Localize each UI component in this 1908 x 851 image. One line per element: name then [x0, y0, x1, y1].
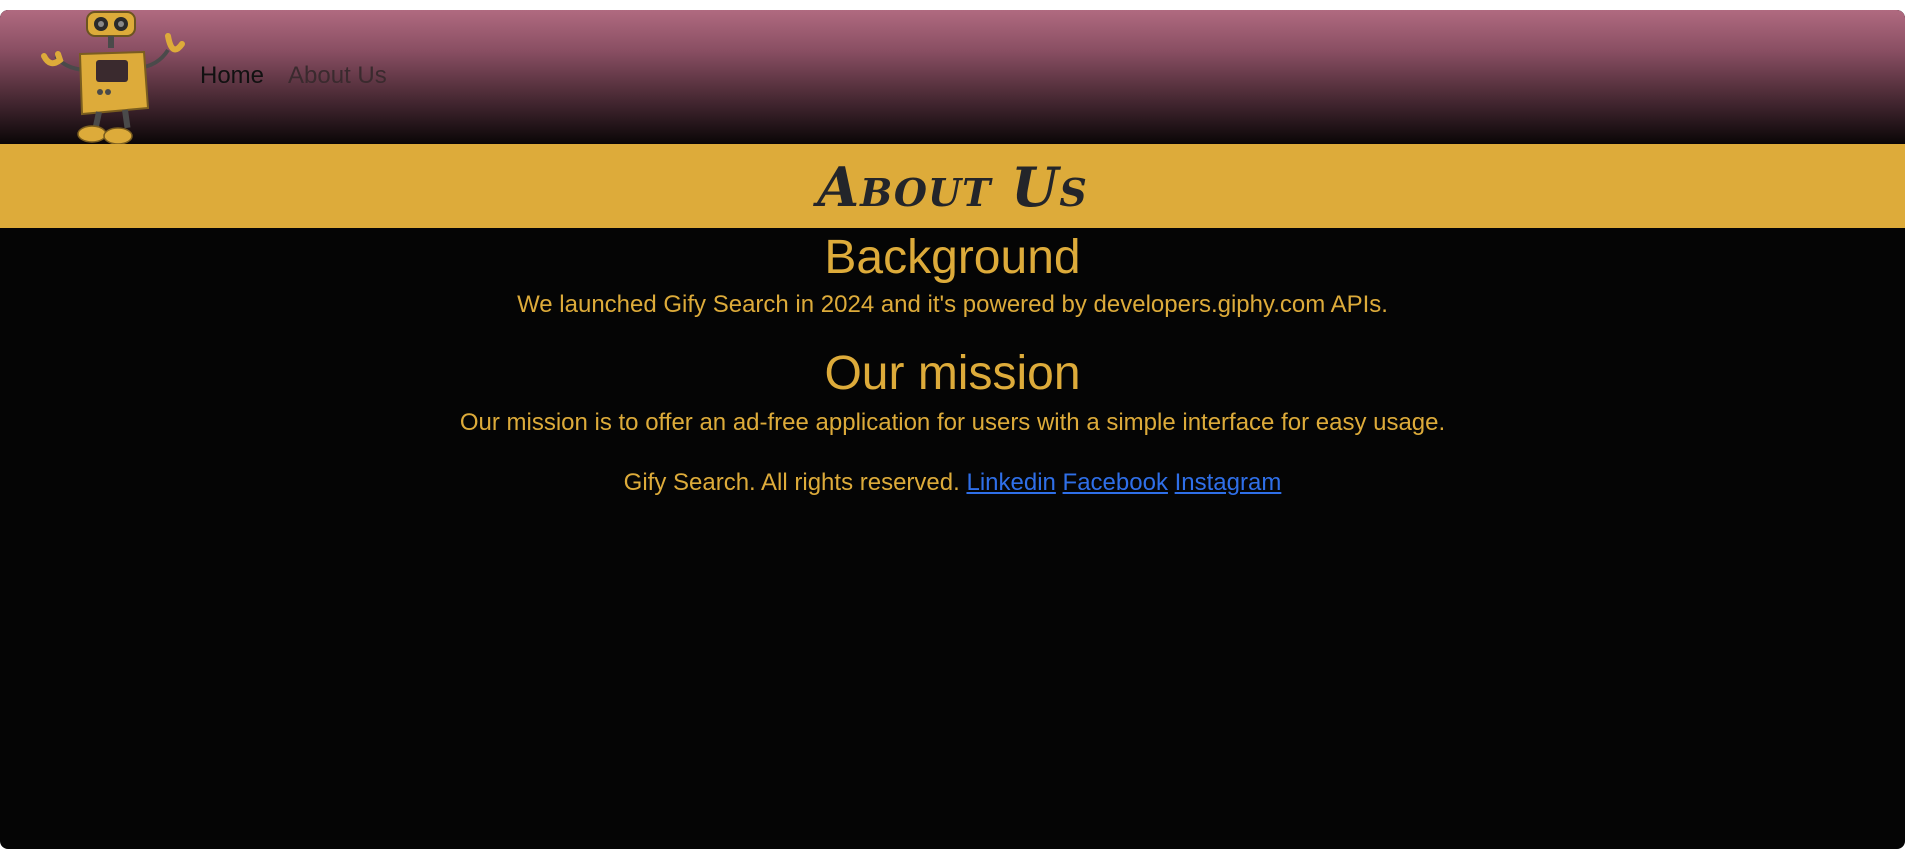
facebook-link[interactable]: Facebook	[1063, 469, 1168, 496]
page-banner: About Us	[0, 144, 1905, 228]
page-title: About Us	[817, 155, 1088, 219]
mission-heading: Our mission	[824, 347, 1081, 400]
instagram-link[interactable]: Instagram	[1175, 469, 1282, 496]
mission-text: Our mission is to offer an ad-free appli…	[459, 409, 1446, 436]
main-content: Background We launched Gify Search in 20…	[0, 228, 1905, 498]
background-text: We launched Gify Search in 2024 and it's…	[517, 291, 1388, 318]
nav-home-link[interactable]: Home	[200, 62, 264, 90]
footer: Gify Search. All rights reserved. Linked…	[0, 468, 1905, 498]
background-heading: Background	[824, 231, 1081, 284]
navbar: Home About Us	[0, 10, 1905, 144]
robot-mascot-icon[interactable]	[34, 10, 192, 144]
copyright-text: Gify Search. All rights reserved.	[623, 469, 960, 496]
linkedin-link[interactable]: Linkedin	[966, 469, 1055, 496]
nav-about-link[interactable]: About Us	[288, 62, 387, 90]
nav-links: Home About Us	[200, 62, 387, 90]
page-frame: Home About Us About Us Background We lau…	[0, 10, 1905, 849]
